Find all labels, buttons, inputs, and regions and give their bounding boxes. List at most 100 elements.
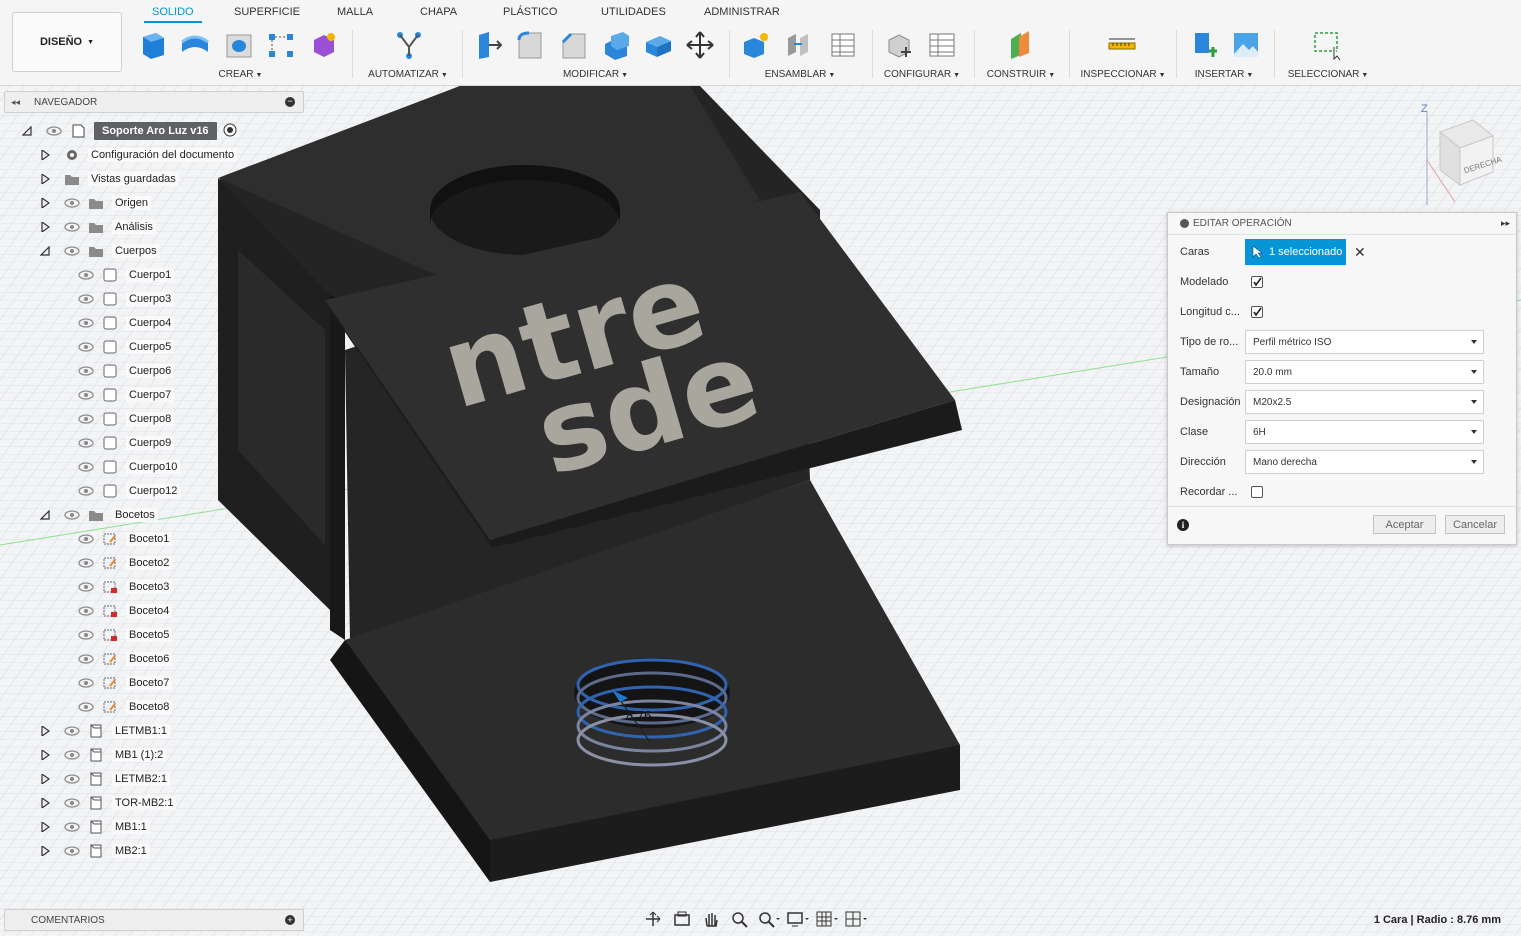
group-inspeccionar-label[interactable]: INSPECCIONAR ▼ bbox=[1076, 69, 1170, 80]
modelado-checkbox[interactable] bbox=[1251, 276, 1263, 288]
eye-icon[interactable] bbox=[78, 630, 94, 640]
grid-settings-icon[interactable] bbox=[814, 908, 840, 930]
group-ensamblar-label[interactable]: ENSAMBLAR ▼ bbox=[735, 69, 865, 80]
designation-select[interactable]: M20x2.5 bbox=[1245, 390, 1484, 414]
joint-icon[interactable] bbox=[781, 26, 817, 64]
comments-panel[interactable]: COMENTARIOS + bbox=[4, 909, 304, 931]
tree-item[interactable]: TOR-MB2:1 bbox=[40, 791, 177, 815]
bom-table-icon[interactable] bbox=[825, 26, 861, 64]
eye-icon[interactable] bbox=[64, 246, 80, 256]
insert-canvas-icon[interactable] bbox=[1228, 26, 1264, 64]
expand-triangle-icon[interactable] bbox=[40, 724, 51, 738]
tree-item[interactable]: Cuerpo8 bbox=[78, 407, 175, 431]
viewports-icon[interactable] bbox=[843, 908, 869, 930]
tree-item[interactable]: Cuerpos bbox=[39, 239, 160, 263]
clear-selection-icon[interactable]: ✕ bbox=[1354, 244, 1366, 261]
expand-triangle-icon[interactable] bbox=[40, 844, 51, 858]
class-select[interactable]: 6H bbox=[1245, 420, 1484, 444]
fillet-icon[interactable] bbox=[512, 26, 548, 64]
tab-utilidades[interactable]: UTILIDADES bbox=[601, 6, 666, 18]
tab-malla[interactable]: MALLA bbox=[337, 6, 373, 18]
form-icon[interactable] bbox=[305, 26, 341, 64]
eye-icon[interactable] bbox=[78, 294, 94, 304]
view-cube[interactable]: Z DERECHA bbox=[1415, 100, 1505, 210]
eye-icon[interactable] bbox=[64, 846, 80, 856]
expand-triangle-icon[interactable] bbox=[40, 820, 51, 834]
eye-icon[interactable] bbox=[64, 510, 80, 520]
activate-radio-icon[interactable] bbox=[223, 123, 237, 140]
group-configurar-label[interactable]: CONFIGURAR ▼ bbox=[878, 69, 966, 80]
tree-item[interactable]: Boceto6 bbox=[78, 647, 173, 671]
add-comment-icon[interactable]: + bbox=[285, 915, 295, 925]
group-automatizar-label[interactable]: AUTOMATIZAR ▼ bbox=[360, 69, 456, 80]
eye-icon[interactable] bbox=[78, 702, 94, 712]
tree-item[interactable]: Cuerpo6 bbox=[78, 359, 175, 383]
eye-icon[interactable] bbox=[78, 558, 94, 568]
plane-icon[interactable] bbox=[1002, 26, 1038, 64]
extrude-icon[interactable] bbox=[177, 26, 213, 64]
new-component-icon[interactable] bbox=[135, 26, 171, 64]
eye-icon[interactable] bbox=[78, 534, 94, 544]
shell-icon[interactable] bbox=[598, 26, 634, 64]
select-window-icon[interactable] bbox=[1310, 26, 1346, 64]
tree-item[interactable]: MB2:1 bbox=[40, 839, 150, 863]
expand-triangle-icon[interactable] bbox=[40, 748, 51, 762]
tab-plastico[interactable]: PLÁSTICO bbox=[503, 6, 557, 18]
navigator-header[interactable]: ◂◂ NAVEGADOR − bbox=[4, 91, 304, 113]
eye-icon[interactable] bbox=[78, 438, 94, 448]
tree-item[interactable]: Vistas guardadas bbox=[40, 167, 179, 191]
eye-icon[interactable] bbox=[78, 462, 94, 472]
tree-item[interactable]: Cuerpo3 bbox=[78, 287, 175, 311]
tree-item[interactable]: Cuerpo1 bbox=[78, 263, 175, 287]
tree-item[interactable]: Boceto2 bbox=[78, 551, 173, 575]
tree-item[interactable]: Bocetos bbox=[39, 503, 158, 527]
press-pull-icon[interactable] bbox=[470, 26, 506, 64]
tab-solido[interactable]: SOLIDO bbox=[144, 6, 202, 23]
expand-triangle-icon[interactable] bbox=[40, 148, 51, 162]
tree-root[interactable]: Soporte Aro Luz v16 bbox=[21, 119, 237, 143]
tree-item[interactable]: Análisis bbox=[40, 215, 156, 239]
combine-icon[interactable] bbox=[640, 26, 676, 64]
tree-item[interactable]: Cuerpo12 bbox=[78, 479, 181, 503]
eye-icon[interactable] bbox=[64, 198, 80, 208]
tree-item[interactable]: Cuerpo9 bbox=[78, 431, 175, 455]
group-modificar-label[interactable]: MODIFICAR ▼ bbox=[468, 69, 723, 80]
expand-triangle-icon[interactable] bbox=[40, 772, 51, 786]
expand-triangle-icon[interactable] bbox=[40, 172, 51, 186]
longitud-checkbox[interactable] bbox=[1251, 306, 1263, 318]
cancel-button[interactable]: Cancelar bbox=[1445, 515, 1505, 534]
expand-triangle-icon[interactable] bbox=[40, 796, 51, 810]
eye-icon[interactable] bbox=[78, 390, 94, 400]
expand-triangle-icon[interactable] bbox=[39, 509, 50, 520]
eye-icon[interactable] bbox=[64, 822, 80, 832]
insert-derive-icon[interactable] bbox=[1186, 26, 1222, 64]
eye-icon[interactable] bbox=[78, 486, 94, 496]
tab-superficie[interactable]: SUPERFICIE bbox=[234, 6, 300, 18]
collapse-icon[interactable]: ◂◂ bbox=[11, 97, 20, 108]
tree-item[interactable]: Boceto7 bbox=[78, 671, 173, 695]
tab-chapa[interactable]: CHAPA bbox=[420, 6, 457, 18]
eye-icon[interactable] bbox=[78, 318, 94, 328]
expand-triangle-icon[interactable] bbox=[39, 245, 50, 256]
group-construir-label[interactable]: CONSTRUIR ▼ bbox=[980, 69, 1062, 80]
hole-icon[interactable] bbox=[221, 26, 257, 64]
eye-icon[interactable] bbox=[78, 270, 94, 280]
tree-item[interactable]: Origen bbox=[40, 191, 152, 215]
eye-icon[interactable] bbox=[46, 126, 62, 136]
tab-administrar[interactable]: ADMINISTRAR bbox=[704, 6, 780, 18]
expand-triangle-icon[interactable] bbox=[40, 196, 51, 210]
tree-item[interactable]: MB1:1 bbox=[40, 815, 150, 839]
eye-icon[interactable] bbox=[64, 774, 80, 784]
faces-selection-button[interactable]: 1 seleccionado bbox=[1245, 239, 1346, 265]
eye-icon[interactable] bbox=[78, 582, 94, 592]
orbit-icon[interactable] bbox=[640, 908, 666, 930]
tree-item[interactable]: LETMB1:1 bbox=[40, 719, 170, 743]
collapse-dialog-icon[interactable] bbox=[1180, 219, 1189, 228]
move-icon[interactable] bbox=[682, 26, 718, 64]
new-component-assembly-icon[interactable] bbox=[737, 26, 773, 64]
configuration-table-icon[interactable] bbox=[924, 26, 960, 64]
tree-item[interactable]: MB1 (1):2 bbox=[40, 743, 167, 767]
eye-icon[interactable] bbox=[78, 606, 94, 616]
tree-item[interactable]: Cuerpo10 bbox=[78, 455, 181, 479]
group-insertar-label[interactable]: INSERTAR ▼ bbox=[1182, 69, 1266, 80]
